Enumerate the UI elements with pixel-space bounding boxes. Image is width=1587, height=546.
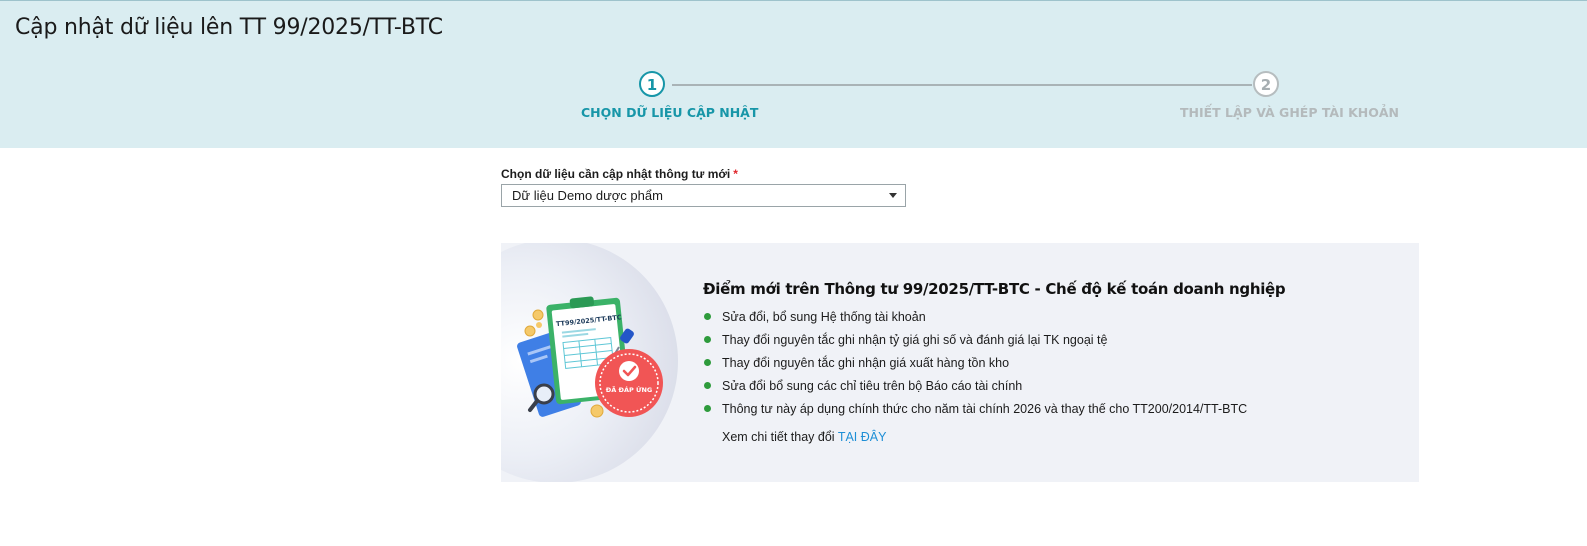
list-item-text: Sửa đổi bổ sung các chỉ tiêu trên bộ Báo… <box>722 379 1023 393</box>
details-line: Xem chi tiết thay đổi TẠI ĐÂY <box>722 430 886 444</box>
data-select-label: Chọn dữ liệu cần cập nhật thông tư mới * <box>501 167 738 181</box>
svg-text:ĐÃ ĐÁP ỨNG: ĐÃ ĐÁP ỨNG <box>606 385 652 394</box>
list-item: Sửa đổi, bổ sung Hệ thống tài khoản <box>703 309 1247 332</box>
step-2-indicator: 2 <box>1253 71 1279 97</box>
circular-illustration: TT99/2025/TT-BTC ĐÃ ĐÁP ỨNG <box>501 243 678 482</box>
stepper: 1 CHỌN DỮ LIỆU CẬP NHẬT 2 THIẾT LẬP VÀ G… <box>0 1 1587 149</box>
step-2-label: THIẾT LẬP VÀ GHÉP TÀI KHOẢN <box>1180 105 1399 120</box>
list-item: Thay đổi nguyên tắc ghi nhận giá xuất hà… <box>703 355 1247 378</box>
data-select-dropdown[interactable]: Dữ liệu Demo dược phẩm <box>501 184 906 207</box>
chevron-down-icon[interactable] <box>889 193 897 198</box>
info-bullet-list: Sửa đổi, bổ sung Hệ thống tài khoản Thay… <box>703 309 1247 424</box>
list-item: Sửa đổi bổ sung các chỉ tiêu trên bộ Báo… <box>703 378 1247 401</box>
list-item-text: Thay đổi nguyên tắc ghi nhận giá xuất hà… <box>722 356 1010 370</box>
step-1-indicator[interactable]: 1 <box>639 71 665 97</box>
data-select-value: Dữ liệu Demo dược phẩm <box>512 188 663 203</box>
list-item: Thông tư này áp dụng chính thức cho năm … <box>703 401 1247 424</box>
list-item-text: Sửa đổi, bổ sung Hệ thống tài khoản <box>722 310 926 324</box>
stepper-connector <box>672 84 1252 86</box>
step-1-label[interactable]: CHỌN DỮ LIỆU CẬP NHẬT <box>581 105 758 120</box>
list-item-text: Thay đổi nguyên tắc ghi nhận tỷ giá ghi … <box>722 333 1108 347</box>
bullet-dot-icon <box>704 382 711 389</box>
bullet-dot-icon <box>704 336 711 343</box>
page-header: Cập nhật dữ liệu lên TT 99/2025/TT-BTC 1… <box>0 0 1587 148</box>
data-select-label-text: Chọn dữ liệu cần cập nhật thông tư mới <box>501 167 731 181</box>
info-title: Điểm mới trên Thông tư 99/2025/TT-BTC - … <box>703 280 1286 298</box>
bullet-dot-icon <box>704 313 711 320</box>
bullet-dot-icon <box>704 359 711 366</box>
approved-stamp-icon: ĐÃ ĐÁP ỨNG <box>595 349 663 417</box>
required-mark: * <box>733 167 738 181</box>
bullet-dot-icon <box>704 405 711 412</box>
info-card: TT99/2025/TT-BTC ĐÃ ĐÁP ỨNG Điểm mới trê… <box>501 243 1419 482</box>
list-item-text: Thông tư này áp dụng chính thức cho năm … <box>722 402 1248 416</box>
details-text: Xem chi tiết thay đổi <box>722 430 835 444</box>
details-link[interactable]: TẠI ĐÂY <box>838 430 887 444</box>
list-item: Thay đổi nguyên tắc ghi nhận tỷ giá ghi … <box>703 332 1247 355</box>
